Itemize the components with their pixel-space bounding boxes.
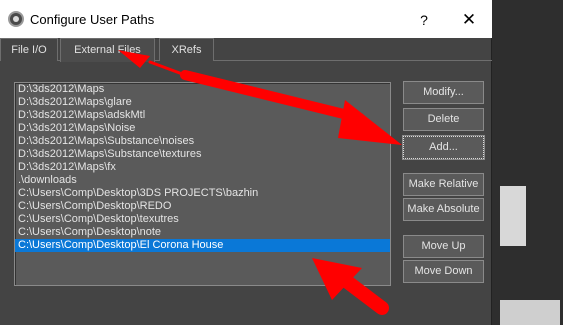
background-viewport (492, 0, 563, 325)
path-list-item[interactable]: .\downloads (15, 174, 390, 187)
move-up-button[interactable]: Move Up (403, 235, 484, 258)
add-button[interactable]: Add... (402, 135, 485, 160)
path-list-item[interactable]: C:\Users\Comp\Desktop\REDO (15, 200, 390, 213)
window-title: Configure User Paths (30, 12, 155, 27)
tab-file-io[interactable]: File I/O (0, 38, 58, 61)
path-list-item[interactable]: D:\3ds2012\Maps\Substance\textures (15, 148, 390, 161)
tab-external-files[interactable]: External Files (60, 38, 155, 62)
modify-button[interactable]: Modify... (403, 81, 484, 104)
viewport-object (500, 186, 526, 246)
tab-strip: File I/O External Files XRefs (0, 38, 492, 62)
path-list-item[interactable]: D:\3ds2012\Maps\glare (15, 96, 390, 109)
configure-user-paths-dialog: Configure User Paths ? ✕ File I/O Extern… (0, 0, 492, 325)
paths-listbox[interactable]: D:\3ds2012\Maps D:\3ds2012\Maps\glare D:\3… (14, 82, 391, 286)
tab-xrefs[interactable]: XRefs (159, 38, 214, 61)
help-button[interactable]: ? (412, 9, 436, 31)
close-button[interactable]: ✕ (456, 8, 482, 32)
move-down-button[interactable]: Move Down (403, 260, 484, 283)
path-list-item[interactable]: C:\Users\Comp\Desktop\note (15, 226, 390, 239)
path-list-item[interactable]: D:\3ds2012\Maps\fx (15, 161, 390, 174)
delete-button[interactable]: Delete (403, 108, 484, 131)
viewport-object (500, 300, 560, 325)
path-list-item[interactable]: D:\3ds2012\Maps\adskMtl (15, 109, 390, 122)
path-list-item[interactable]: D:\3ds2012\Maps\Noise (15, 122, 390, 135)
path-list-item[interactable]: C:\Users\Comp\Desktop\El Corona House (15, 239, 390, 252)
path-list-item[interactable]: C:\Users\Comp\Desktop\texutres (15, 213, 390, 226)
make-relative-button[interactable]: Make Relative (403, 173, 484, 196)
app-logo-icon (8, 11, 24, 27)
path-list-item[interactable]: D:\3ds2012\Maps (15, 83, 390, 96)
title-bar[interactable]: Configure User Paths ? ✕ (0, 0, 492, 38)
path-list-item[interactable]: D:\3ds2012\Maps\Substance\noises (15, 135, 390, 148)
path-list-item[interactable]: C:\Users\Comp\Desktop\3DS PROJECTS\bazhi… (15, 187, 390, 200)
make-absolute-button[interactable]: Make Absolute (403, 198, 484, 221)
